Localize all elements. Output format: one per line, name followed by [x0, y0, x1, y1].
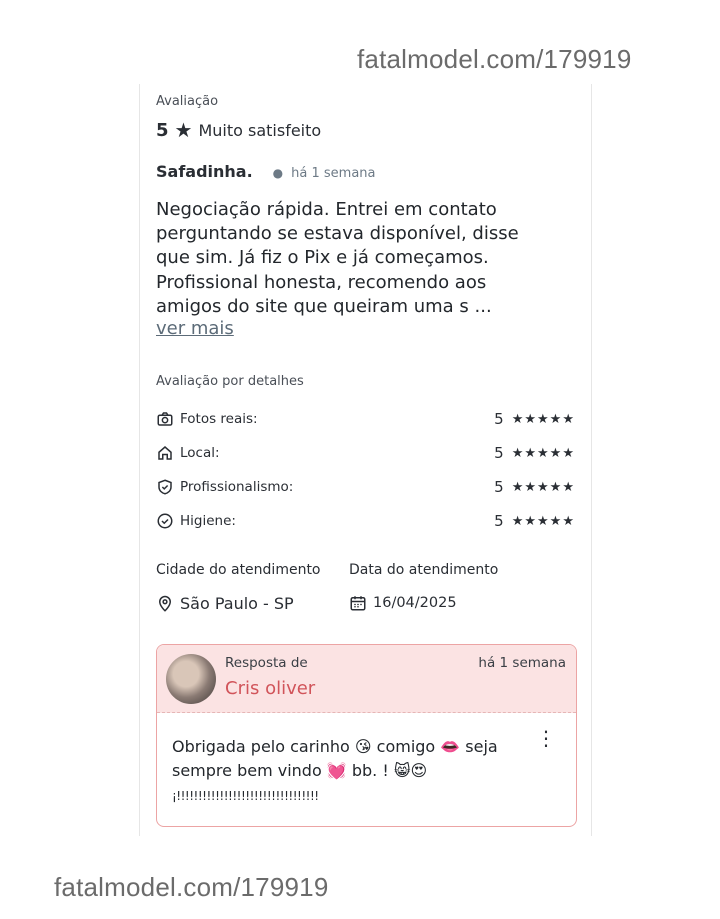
detail-row-higiene: Higiene: 5 ★★★★★	[156, 511, 575, 531]
city-value: São Paulo - SP	[180, 594, 294, 613]
watermark-top: fatalmodel.com/179919	[357, 44, 632, 74]
review-card: Avaliação 5 ★ Muito satisfeito Safadinha…	[139, 84, 592, 836]
owner-reply: Resposta de Cris oliver há 1 semana ⋮ Ob…	[156, 644, 577, 827]
detail-label: Profissionalismo:	[180, 479, 294, 495]
city-label: Cidade do atendimento	[156, 562, 321, 578]
avatar	[166, 654, 216, 704]
reply-text-block: Obrigada pelo carinho 😘 comigo 👄 seja se…	[172, 735, 542, 808]
rating-text: Muito satisfeito	[198, 120, 322, 140]
shield-check-icon	[156, 478, 174, 496]
rating-label: Avaliação	[156, 94, 219, 109]
separator-dot: ●	[272, 166, 284, 180]
detail-label: Fotos reais:	[180, 411, 258, 427]
detail-stars: ★★★★★	[511, 445, 575, 461]
detail-score: 5	[494, 512, 504, 530]
reply-label: Resposta de	[225, 655, 308, 671]
home-icon	[156, 444, 174, 462]
detail-row-profissionalismo: Profissionalismo: 5 ★★★★★	[156, 477, 575, 497]
posted-time: há 1 semana	[291, 166, 376, 181]
detail-label: Higiene:	[180, 513, 236, 529]
overall-rating: 5 ★ Muito satisfeito	[156, 118, 575, 142]
calendar-icon	[349, 594, 367, 612]
see-more-link[interactable]: ver mais	[156, 318, 575, 339]
detail-score: 5	[494, 444, 504, 462]
detail-score: 5	[494, 478, 504, 496]
detail-row-local: Local: 5 ★★★★★	[156, 443, 575, 463]
author-name: Safadinha.	[156, 162, 253, 181]
detail-label: Local:	[180, 445, 220, 461]
camera-icon	[156, 410, 174, 428]
date-label: Data do atendimento	[349, 562, 499, 578]
review-author-row: Safadinha. ● há 1 semana	[156, 162, 575, 181]
date-value-row: 16/04/2025	[349, 594, 457, 612]
reply-text-tail: ¡!!!!!!!!!!!!!!!!!!!!!!!!!!!!!!!!!	[172, 789, 319, 803]
reply-header: Resposta de Cris oliver há 1 semana	[157, 645, 576, 713]
date-value: 16/04/2025	[373, 595, 457, 611]
reply-text: Obrigada pelo carinho 😘 comigo 👄 seja se…	[172, 737, 498, 780]
reply-time: há 1 semana	[478, 655, 566, 671]
star-icon: ★	[174, 118, 193, 142]
watermark-bottom: fatalmodel.com/179919	[54, 872, 329, 902]
detail-stars: ★★★★★	[511, 411, 575, 427]
details-title: Avaliação por detalhes	[156, 374, 304, 389]
detail-stars: ★★★★★	[511, 479, 575, 495]
detail-score: 5	[494, 410, 504, 428]
detail-row-fotos: Fotos reais: 5 ★★★★★	[156, 409, 575, 429]
detail-stars: ★★★★★	[511, 513, 575, 529]
reply-author-name[interactable]: Cris oliver	[225, 678, 315, 699]
city-value-row: São Paulo - SP	[156, 594, 294, 613]
map-pin-icon	[156, 595, 174, 613]
check-circle-icon	[156, 512, 174, 530]
review-text: Negociação rápida. Entrei em contato per…	[156, 199, 519, 317]
rating-value: 5	[156, 119, 169, 141]
